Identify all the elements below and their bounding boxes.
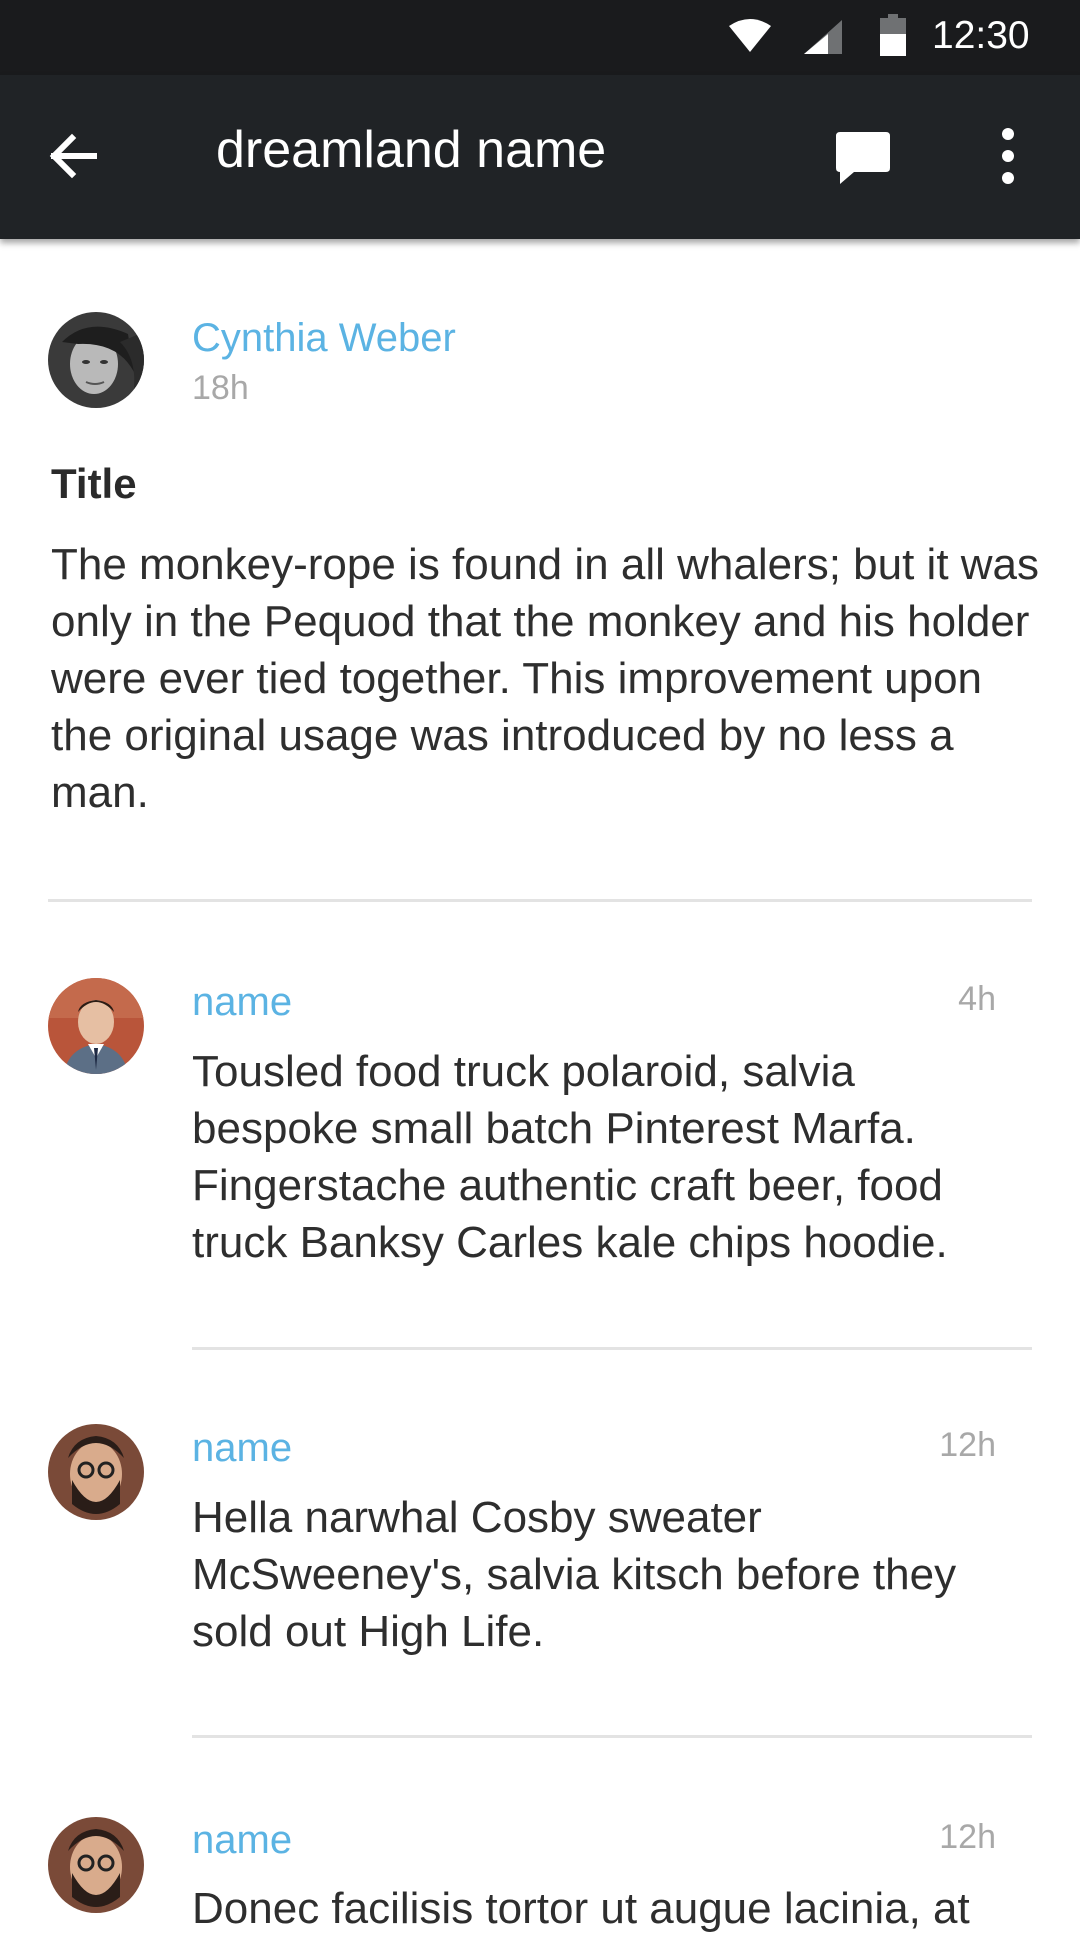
commenter-name[interactable]: name bbox=[192, 1818, 292, 1863]
commenter-name[interactable]: name bbox=[192, 1426, 292, 1471]
comment-time: 12h bbox=[939, 1818, 996, 1856]
post-time: 18h bbox=[192, 369, 249, 407]
divider bbox=[192, 1347, 1032, 1350]
divider bbox=[48, 899, 1032, 902]
wifi-icon bbox=[729, 19, 771, 52]
commenter-avatar-image bbox=[48, 1424, 144, 1520]
comment-text: Tousled food truck polaroid, salvia besp… bbox=[192, 1047, 948, 1267]
author-name[interactable]: Cynthia Weber bbox=[192, 316, 456, 361]
battery-icon bbox=[880, 14, 906, 56]
status-bar: 12:30 bbox=[0, 0, 1080, 75]
comment-text: Donec facilisis tortor ut augue lacinia,… bbox=[192, 1884, 970, 1933]
cell-signal-icon bbox=[804, 20, 842, 54]
comment-time: 12h bbox=[939, 1426, 996, 1464]
author-avatar-image bbox=[48, 312, 144, 408]
avatar[interactable] bbox=[48, 1424, 144, 1520]
more-vert-icon[interactable] bbox=[990, 126, 1026, 186]
post-title: Title bbox=[51, 460, 137, 507]
chat-icon[interactable] bbox=[834, 130, 892, 186]
commenter-avatar-image bbox=[48, 1817, 144, 1913]
clock-time: 12:30 bbox=[932, 14, 1030, 57]
back-arrow-icon[interactable] bbox=[44, 128, 100, 184]
comment-time: 4h bbox=[958, 980, 996, 1018]
comment-text: Hella narwhal Cosby sweater McSweeney's,… bbox=[192, 1493, 957, 1656]
app-bar: dreamland name bbox=[0, 75, 1080, 239]
avatar[interactable] bbox=[48, 1817, 144, 1913]
avatar[interactable] bbox=[48, 978, 144, 1074]
commenter-avatar-image bbox=[48, 978, 144, 1074]
page-title: dreamland name bbox=[216, 121, 607, 179]
commenter-name[interactable]: name bbox=[192, 980, 292, 1025]
divider bbox=[192, 1735, 1032, 1738]
post-body: The monkey-rope is found in all whalers;… bbox=[51, 540, 1040, 817]
avatar[interactable] bbox=[48, 312, 144, 408]
